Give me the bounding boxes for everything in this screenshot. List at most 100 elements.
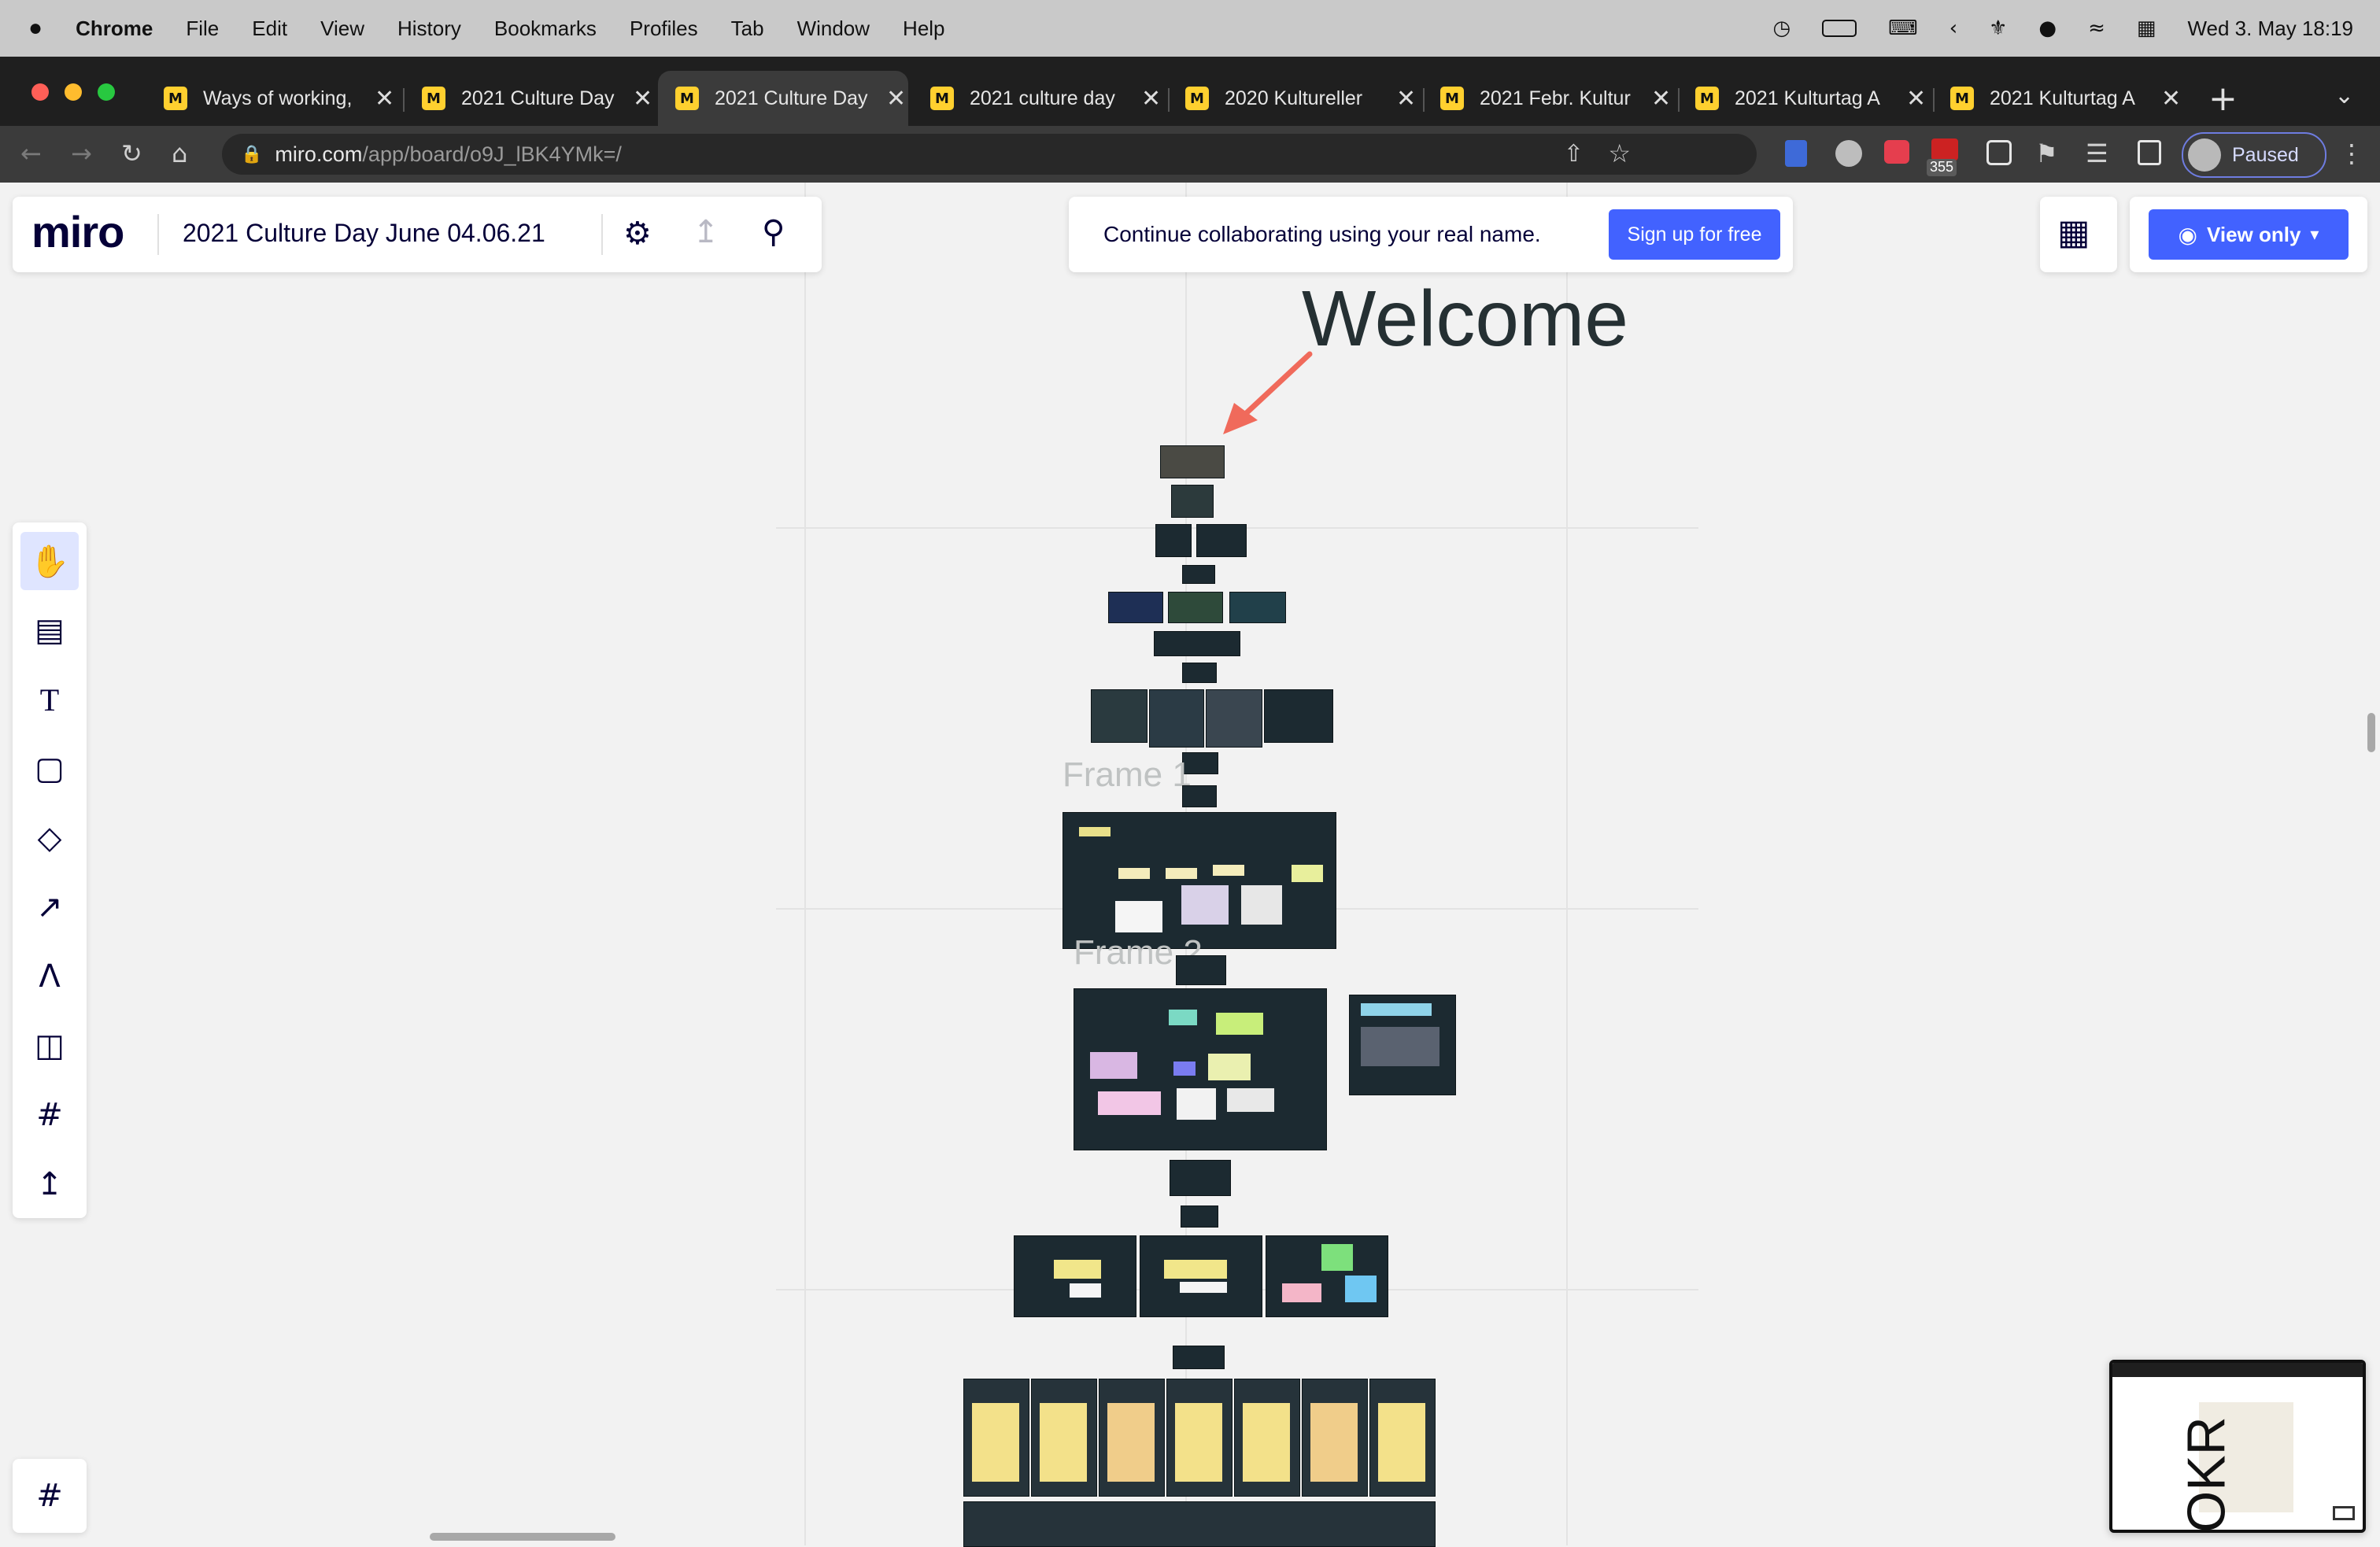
frames-list-icon[interactable]: # [20, 1467, 79, 1525]
sticky-note-tool-icon[interactable]: ▢ [20, 740, 79, 798]
home-icon[interactable]: ⌂ [172, 138, 187, 168]
settings-gear-icon[interactable]: ⚙ [623, 216, 652, 252]
zoom-window-icon[interactable] [98, 83, 115, 101]
board-frame[interactable] [1149, 689, 1204, 748]
connection-line-tool-icon[interactable]: ↗ [20, 878, 79, 936]
text-tool-icon[interactable]: T [20, 670, 79, 729]
frame-tool-icon[interactable]: # [20, 1086, 79, 1144]
control-center-icon[interactable]: ▦ [2137, 17, 2156, 40]
tab-search-chevron-icon[interactable]: ⌄ [2334, 82, 2354, 109]
pocket-extension-icon[interactable] [1884, 140, 1909, 164]
vertical-scrollbar[interactable] [2367, 713, 2375, 752]
menu-tab[interactable]: Tab [731, 17, 764, 41]
tab[interactable]: M 2021 Culture Day ✕ [405, 71, 655, 126]
menu-edit[interactable]: Edit [252, 17, 287, 41]
close-tab-icon[interactable]: ✕ [1141, 85, 1161, 113]
menu-file[interactable]: File [186, 17, 219, 41]
shapes-tool-icon[interactable]: ◇ [20, 809, 79, 867]
board-frame[interactable] [1171, 485, 1214, 518]
board-frame[interactable] [1091, 689, 1148, 743]
board-frame[interactable] [1170, 1160, 1231, 1196]
extension-hex-icon[interactable] [1986, 140, 2012, 165]
minimize-window-icon[interactable] [65, 83, 82, 101]
more-menu-icon[interactable]: ⋮ [2339, 138, 2364, 168]
board-frame[interactable] [1031, 1379, 1097, 1497]
close-tab-icon[interactable]: ✕ [1396, 85, 1416, 113]
keyboard-icon[interactable]: ⌨ [1888, 17, 1918, 40]
bitwarden-extension-icon[interactable] [1785, 140, 1807, 167]
board-frame[interactable] [1176, 955, 1226, 985]
tab-active[interactable]: M 2021 Culture Day ✕ [658, 71, 908, 126]
tab[interactable]: M 2021 Kulturtag A ✕ [1933, 71, 2183, 126]
close-tab-icon[interactable]: ✕ [886, 85, 906, 113]
board-frame[interactable] [1302, 1379, 1368, 1497]
board-frame[interactable] [1182, 663, 1217, 683]
board-frame[interactable] [1266, 1235, 1388, 1317]
menu-window[interactable]: Window [797, 17, 870, 41]
sign-up-button[interactable]: Sign up for free [1609, 209, 1780, 260]
board-frame[interactable] [1099, 1379, 1165, 1497]
tab[interactable]: M Ways of working, ✕ [146, 71, 397, 126]
board-frame[interactable] [1108, 592, 1163, 623]
menu-view[interactable]: View [320, 17, 364, 41]
battery-icon[interactable] [1822, 20, 1857, 37]
tab[interactable]: M 2020 Kultureller ✕ [1168, 71, 1418, 126]
board-frame[interactable] [1166, 1379, 1232, 1497]
tab[interactable]: M 2021 Febr. Kultur ✕ [1423, 71, 1673, 126]
close-tab-icon[interactable]: ✕ [633, 85, 652, 113]
board-frame[interactable] [1182, 785, 1217, 807]
board-frame[interactable] [1234, 1379, 1300, 1497]
upload-share-icon[interactable]: ↥ [693, 214, 719, 250]
board-frame[interactable] [1182, 565, 1215, 584]
board-frame[interactable] [1168, 592, 1223, 623]
board-frame[interactable] [1196, 524, 1247, 557]
board-frame[interactable] [1014, 1235, 1136, 1317]
templates-tool-icon[interactable]: ◫ [20, 1017, 79, 1075]
tab[interactable]: M 2021 Kulturtag A ✕ [1678, 71, 1928, 126]
profile-paused-button[interactable]: Paused [2182, 132, 2326, 178]
board-frame[interactable] [1264, 689, 1333, 743]
board-frame[interactable] [1140, 1235, 1262, 1317]
reload-icon[interactable]: ↻ [121, 138, 142, 168]
close-tab-icon[interactable]: ✕ [2161, 85, 2181, 113]
apps-shapes-icon[interactable]: ▦ [2057, 212, 2090, 253]
time-machine-icon[interactable]: ◷ [1772, 17, 1791, 40]
pen-tool-icon[interactable]: Λ [20, 947, 79, 1006]
board-frame[interactable] [1206, 689, 1262, 748]
upload-tool-icon[interactable]: ↥ [20, 1155, 79, 1213]
lock-icon[interactable]: 🔒 [241, 145, 262, 164]
board-frame[interactable] [1229, 592, 1286, 623]
new-tab-icon[interactable]: + [2208, 79, 2238, 119]
chevron-left-icon[interactable]: ‹ [1949, 17, 1957, 40]
reading-list-icon[interactable]: ☰ [2086, 138, 2108, 168]
arc-icon[interactable]: ● [2038, 17, 2057, 40]
forward-icon[interactable]: → [71, 138, 92, 168]
bartender-icon[interactable]: ⚜ [1989, 17, 2007, 40]
view-only-button[interactable]: ◉ View only ▾ [2149, 209, 2349, 260]
close-window-icon[interactable] [31, 83, 49, 101]
board-frame-row[interactable] [963, 1501, 1436, 1547]
share-icon[interactable]: ⇧ [1564, 140, 1584, 168]
search-icon[interactable]: ⚲ [762, 214, 785, 250]
board-frame[interactable] [1173, 1346, 1225, 1369]
board-frame-large[interactable] [1074, 988, 1327, 1150]
board-frame[interactable] [963, 1379, 1029, 1497]
close-tab-icon[interactable]: ✕ [1651, 85, 1671, 113]
extension-owl-icon[interactable] [1835, 140, 1862, 167]
miro-logo[interactable]: miro [31, 206, 124, 257]
menu-history[interactable]: History [397, 17, 461, 41]
clock-datetime[interactable]: Wed 3. May 18:19 [2187, 17, 2353, 41]
board-frame-large[interactable] [1062, 812, 1336, 949]
picture-in-picture-preview[interactable] [2109, 1360, 2366, 1533]
back-icon[interactable]: ← [20, 138, 42, 168]
board-frame[interactable] [1349, 995, 1456, 1095]
menu-chrome[interactable]: Chrome [76, 17, 153, 41]
wifi-icon[interactable]: ≈ [2088, 17, 2105, 40]
bookmark-star-icon[interactable]: ☆ [1608, 138, 1631, 168]
board-frame[interactable] [1155, 524, 1192, 557]
board-frame[interactable] [1160, 445, 1225, 478]
close-tab-icon[interactable]: ✕ [375, 85, 394, 113]
close-tab-icon[interactable]: ✕ [1906, 85, 1926, 113]
board-frame[interactable] [1181, 1205, 1218, 1228]
address-bar[interactable]: 🔒 miro.com/app/board/o9J_lBK4YMk=/ ⇧ ☆ [222, 134, 1757, 175]
